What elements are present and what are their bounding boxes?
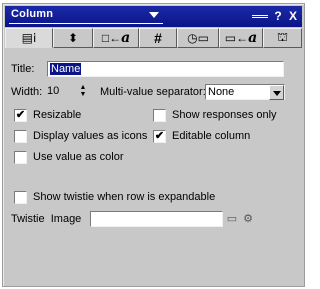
- title-bar: Column ? X: [5, 6, 302, 27]
- tab-header-font[interactable]: ▭←a: [219, 28, 263, 48]
- help-button[interactable]: ?: [272, 9, 284, 23]
- title-value: Name: [50, 63, 82, 75]
- display-icons-checkbox[interactable]: [14, 130, 27, 143]
- show-responses-label: Show responses only: [172, 109, 277, 121]
- chevron-down-icon: [149, 12, 159, 18]
- tab-title-font[interactable]: □←a: [93, 28, 139, 48]
- width-label: Width:: [11, 86, 43, 98]
- hat-icon: ⛫: [276, 30, 289, 44]
- property-type-dropdown[interactable]: Column: [9, 8, 163, 24]
- panel-title: Column: [11, 8, 54, 20]
- resizable-checkbox[interactable]: ✔: [14, 109, 27, 122]
- font-icon: □←a: [101, 30, 131, 46]
- folder-icon[interactable]: ▭: [225, 212, 239, 226]
- formula-icon[interactable]: ⚙: [241, 212, 255, 226]
- tab-sorting[interactable]: ⬍: [53, 28, 93, 48]
- use-color-label: Use value as color: [33, 151, 124, 163]
- separator-value: None: [208, 86, 235, 98]
- show-responses-checkbox[interactable]: [153, 109, 166, 122]
- editable-column-label: Editable column: [172, 130, 251, 142]
- tab-number[interactable]: #: [139, 28, 177, 48]
- column-info-icon: ▤ⅰ: [21, 31, 37, 45]
- close-button[interactable]: X: [287, 9, 299, 23]
- width-stepper[interactable]: ▲ ▼: [75, 84, 91, 100]
- title-input[interactable]: Name: [47, 61, 284, 77]
- tab-advanced[interactable]: ⛫: [263, 28, 302, 48]
- basics-page: Title: Name Width: 10 ▲ ▼ Multi-value sep…: [5, 48, 302, 286]
- hash-icon: #: [154, 30, 162, 46]
- twistie-expandable-label: Show twistie when row is expandable: [33, 191, 216, 203]
- twistie-image-label: Twistie Image: [11, 213, 82, 225]
- title-label: Title:: [11, 63, 35, 75]
- editable-column-checkbox[interactable]: ✔: [153, 130, 166, 143]
- menu-icon[interactable]: [252, 9, 268, 23]
- header-font-icon: ▭←a: [224, 30, 258, 46]
- sort-icon: ⬍: [67, 31, 79, 45]
- tab-basics[interactable]: ▤ⅰ: [5, 28, 53, 48]
- column-properties-panel: Column ? X ▤ⅰ ⬍ □←a # ◷▭ ▭←a ⛫ Title: Na…: [2, 3, 305, 287]
- separator-dropdown-button[interactable]: [269, 85, 284, 100]
- display-icons-label: Display values as icons: [33, 130, 148, 142]
- tab-strip: ▤ⅰ ⬍ □←a # ◷▭ ▭←a ⛫: [5, 28, 302, 48]
- twistie-image-input[interactable]: [90, 211, 223, 227]
- resizable-label: Resizable: [33, 109, 82, 121]
- clock-icon: ◷▭: [187, 31, 209, 45]
- separator-label: Multi-value separator:: [100, 86, 206, 98]
- twistie-expandable-checkbox[interactable]: [14, 191, 27, 204]
- use-color-checkbox[interactable]: [14, 151, 27, 164]
- tab-datetime[interactable]: ◷▭: [177, 28, 219, 48]
- width-input[interactable]: 10: [47, 84, 75, 100]
